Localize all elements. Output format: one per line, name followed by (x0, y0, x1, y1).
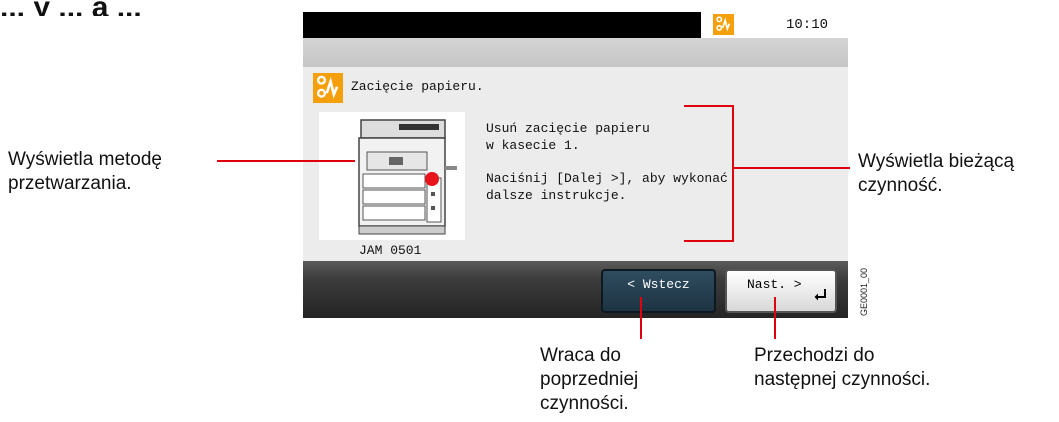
paper-jam-icon (313, 73, 343, 103)
instruction-line: w kasecie 1. (486, 138, 580, 153)
callout-line-left (217, 160, 355, 162)
callout-processing-method: Wyświetla metodę przetwarzania. (8, 148, 162, 196)
jam-alert-icon[interactable] (713, 14, 734, 35)
status-bar: 10:10 (303, 12, 848, 38)
bracket-top (684, 105, 734, 107)
bracket-vertical (732, 105, 734, 242)
next-button[interactable]: Nast. > (725, 269, 837, 313)
clock: 10:10 (785, 17, 828, 33)
bracket-bottom (684, 240, 734, 242)
instruction-text-2: Naciśnij [Dalej >], aby wykonać dalsze i… (486, 170, 728, 204)
printer-jam-illustration (319, 112, 465, 240)
callout-line: czynność. (858, 175, 943, 196)
callout-line-next (774, 297, 776, 339)
message-title: Zacięcie papieru. (351, 79, 484, 94)
instruction-text-1: Usuń zacięcie papieru w kasecie 1. (486, 120, 650, 154)
callout-line: Przechodzi do (754, 345, 875, 366)
callout-back: Wraca do poprzedniej czynności. (540, 344, 638, 416)
callout-line-right (732, 167, 850, 169)
bottom-bar: < Wstecz Nast. > (303, 261, 848, 318)
callout-line: Wyświetla metodę (8, 149, 162, 170)
page-heading: ... y ... a ... (0, 0, 142, 16)
status-bar-black-area (303, 12, 701, 38)
callout-line: Wyświetla bieżącą (858, 151, 1015, 172)
callout-line: Wraca do (540, 345, 621, 366)
instruction-line: Naciśnij [Dalej >], aby wykonać (486, 171, 728, 186)
callout-next: Przechodzi do następnej czynności. (754, 344, 930, 392)
callout-line: następnej czynności. (754, 369, 931, 390)
jam-code: JAM 0501 (359, 243, 422, 258)
back-button[interactable]: < Wstecz (601, 269, 716, 313)
page-heading-text: ... y ... a ... (0, 0, 142, 16)
header-strip (303, 38, 848, 67)
next-button-label: Nast. > (747, 277, 802, 292)
callout-line: przetwarzania. (8, 173, 132, 194)
instruction-line: Usuń zacięcie papieru (486, 121, 650, 136)
instruction-line: dalsze instrukcje. (486, 188, 627, 203)
callout-current-operation: Wyświetla bieżącą czynność. (858, 150, 1014, 198)
callout-line-back (640, 297, 642, 339)
device-panel: 10:10 Zacięcie papieru. JAM 0501 Usuń za… (303, 12, 848, 318)
callout-line: poprzedniej (540, 369, 639, 390)
callout-line: czynności. (540, 393, 629, 414)
figure-code: GE0001_00 (859, 267, 869, 316)
enter-arrow-icon (813, 288, 827, 306)
